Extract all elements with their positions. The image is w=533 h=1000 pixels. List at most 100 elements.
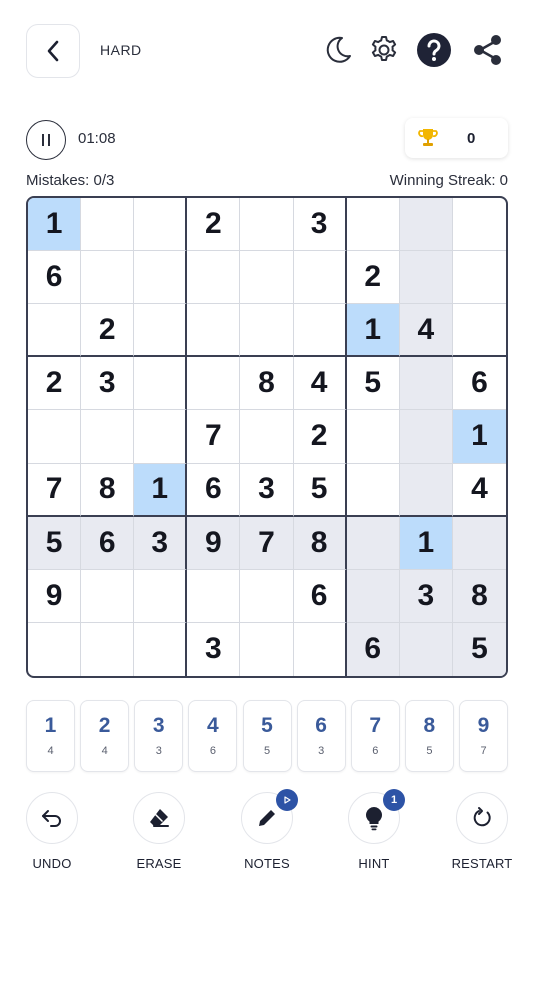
board-cell-r2-c7[interactable]: 2 bbox=[346, 251, 400, 305]
board-cell-r6-c6[interactable]: 5 bbox=[293, 463, 347, 517]
board-cell-r1-c2[interactable] bbox=[81, 198, 135, 252]
board-cell-r9-c6[interactable] bbox=[294, 622, 347, 676]
notes-button[interactable] bbox=[241, 789, 298, 844]
board-cell-r7-c3[interactable]: 3 bbox=[134, 516, 188, 570]
board-cell-r7-c5[interactable]: 7 bbox=[240, 516, 294, 570]
board-cell-r4-c7[interactable]: 5 bbox=[346, 357, 400, 411]
board-cell-r3-c5[interactable] bbox=[240, 304, 294, 358]
notes-action[interactable]: NOTES bbox=[222, 789, 312, 872]
board-cell-r9-c5[interactable] bbox=[240, 622, 294, 676]
dark-mode-button[interactable] bbox=[320, 32, 356, 68]
board-cell-r8-c3[interactable] bbox=[134, 569, 188, 623]
number-key-5[interactable]: 55 bbox=[242, 700, 292, 772]
board-cell-r4-c4[interactable] bbox=[187, 357, 241, 411]
board-cell-r3-c8[interactable]: 4 bbox=[399, 304, 453, 358]
board-cell-r2-c8[interactable] bbox=[399, 251, 453, 305]
board-cell-r3-c4[interactable] bbox=[187, 304, 241, 358]
board-cell-r5-c5[interactable] bbox=[240, 410, 294, 464]
number-key-7[interactable]: 76 bbox=[350, 700, 400, 772]
board-cell-r1-c5[interactable] bbox=[240, 198, 294, 252]
board-cell-r7-c7[interactable] bbox=[346, 516, 400, 570]
number-key-4[interactable]: 46 bbox=[188, 700, 238, 772]
restart-button[interactable] bbox=[456, 792, 508, 844]
board-cell-r7-c4[interactable]: 9 bbox=[187, 516, 241, 570]
board-cell-r6-c8[interactable] bbox=[399, 463, 453, 517]
board-cell-r6-c9[interactable]: 4 bbox=[452, 464, 506, 517]
board-cell-r4-c9[interactable]: 6 bbox=[452, 357, 506, 411]
board-cell-r9-c8[interactable] bbox=[399, 622, 453, 676]
number-key-6[interactable]: 63 bbox=[296, 700, 346, 772]
board-cell-r4-c5[interactable]: 8 bbox=[240, 357, 294, 411]
number-key-9[interactable]: 97 bbox=[459, 700, 508, 772]
board-cell-r9-c2[interactable] bbox=[81, 622, 135, 676]
undo-action[interactable]: UNDO bbox=[7, 792, 97, 872]
board-cell-r1-c4[interactable]: 2 bbox=[187, 198, 241, 252]
board-cell-r7-c6[interactable]: 8 bbox=[293, 516, 347, 570]
pause-button[interactable] bbox=[26, 120, 66, 160]
board-cell-r1-c7[interactable] bbox=[346, 198, 400, 252]
number-key-8[interactable]: 85 bbox=[404, 700, 454, 772]
help-button[interactable] bbox=[416, 32, 452, 68]
board-cell-r4-c1[interactable]: 2 bbox=[28, 357, 82, 411]
board-cell-r5-c6[interactable]: 2 bbox=[293, 410, 347, 464]
board-cell-r3-c1[interactable] bbox=[28, 304, 82, 358]
board-cell-r5-c8[interactable] bbox=[399, 410, 453, 464]
board-cell-r9-c7[interactable]: 6 bbox=[346, 622, 400, 676]
restart-action[interactable]: RESTART bbox=[437, 792, 527, 872]
board-cell-r3-c3[interactable] bbox=[134, 304, 188, 358]
board-cell-r2-c1[interactable]: 6 bbox=[28, 251, 82, 305]
board-cell-r5-c2[interactable] bbox=[81, 410, 135, 464]
board-cell-r1-c3[interactable] bbox=[134, 198, 188, 252]
board-cell-r4-c6[interactable]: 4 bbox=[293, 357, 347, 411]
board-cell-r5-c7[interactable] bbox=[346, 410, 400, 464]
board-cell-r6-c3[interactable]: 1 bbox=[134, 463, 188, 517]
board-cell-r2-c5[interactable] bbox=[240, 251, 294, 305]
board-cell-r3-c6[interactable] bbox=[293, 304, 347, 358]
board-cell-r2-c6[interactable] bbox=[293, 251, 347, 305]
board-cell-r7-c9[interactable] bbox=[452, 516, 506, 570]
board-cell-r5-c3[interactable] bbox=[134, 410, 188, 464]
board-cell-r8-c5[interactable] bbox=[240, 569, 294, 623]
board-cell-r8-c8[interactable]: 3 bbox=[399, 569, 453, 623]
board-cell-r4-c8[interactable] bbox=[399, 357, 453, 411]
board-cell-r3-c9[interactable] bbox=[452, 304, 506, 358]
board-cell-r8-c4[interactable] bbox=[187, 569, 241, 623]
undo-button[interactable] bbox=[26, 792, 78, 844]
erase-button[interactable] bbox=[133, 792, 185, 844]
board-cell-r8-c1[interactable]: 9 bbox=[28, 569, 82, 623]
board-cell-r6-c5[interactable]: 3 bbox=[240, 463, 294, 517]
number-key-1[interactable]: 14 bbox=[26, 700, 75, 772]
board-cell-r6-c1[interactable]: 7 bbox=[28, 463, 82, 517]
board-cell-r2-c2[interactable] bbox=[81, 251, 135, 305]
board-cell-r2-c4[interactable] bbox=[187, 251, 241, 305]
hint-button[interactable]: 1 bbox=[348, 789, 405, 844]
board-cell-r5-c9[interactable]: 1 bbox=[452, 410, 506, 464]
board-cell-r8-c2[interactable] bbox=[81, 569, 135, 623]
board-cell-r2-c9[interactable] bbox=[452, 251, 506, 305]
board-cell-r8-c7[interactable] bbox=[346, 569, 400, 623]
back-button[interactable] bbox=[26, 24, 80, 78]
board-cell-r7-c1[interactable]: 5 bbox=[28, 516, 82, 570]
board-cell-r6-c4[interactable]: 6 bbox=[187, 463, 241, 517]
number-key-3[interactable]: 33 bbox=[134, 700, 184, 772]
board-cell-r9-c4[interactable]: 3 bbox=[187, 622, 241, 676]
share-button[interactable] bbox=[470, 32, 506, 68]
board-cell-r3-c7[interactable]: 1 bbox=[346, 304, 400, 358]
board-cell-r1-c9[interactable] bbox=[452, 198, 506, 252]
board-cell-r4-c2[interactable]: 3 bbox=[81, 357, 135, 411]
board-cell-r1-c1[interactable]: 1 bbox=[28, 198, 82, 252]
board-cell-r2-c3[interactable] bbox=[134, 251, 188, 305]
settings-button[interactable] bbox=[366, 32, 402, 68]
board-cell-r5-c4[interactable]: 7 bbox=[187, 410, 241, 464]
board-cell-r5-c1[interactable] bbox=[28, 410, 82, 464]
hint-action[interactable]: 1 HINT bbox=[329, 789, 419, 872]
board-cell-r3-c2[interactable]: 2 bbox=[81, 304, 135, 358]
erase-action[interactable]: ERASE bbox=[114, 792, 204, 872]
board-cell-r6-c7[interactable] bbox=[346, 463, 400, 517]
board-cell-r1-c8[interactable] bbox=[399, 198, 453, 252]
board-cell-r1-c6[interactable]: 3 bbox=[293, 198, 347, 252]
board-cell-r6-c2[interactable]: 8 bbox=[81, 463, 135, 517]
board-cell-r8-c9[interactable]: 8 bbox=[452, 569, 506, 623]
board-cell-r4-c3[interactable] bbox=[134, 357, 188, 411]
number-key-2[interactable]: 24 bbox=[80, 700, 130, 772]
